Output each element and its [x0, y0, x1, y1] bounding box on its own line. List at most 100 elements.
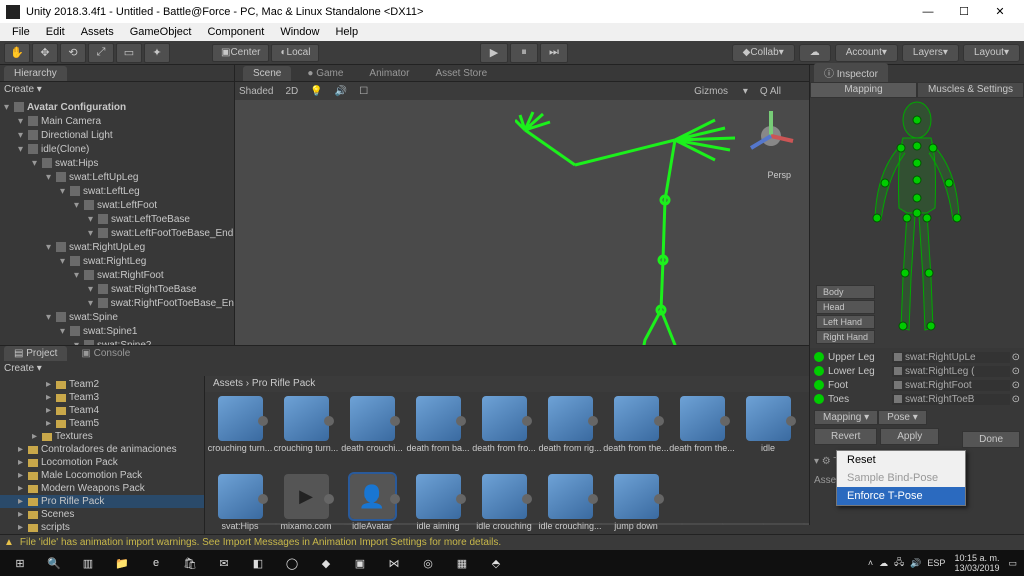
asset-item[interactable]: death from rig...	[537, 396, 603, 474]
tab-game[interactable]: ● Game	[297, 66, 353, 81]
breadcrumb[interactable]: Assets › Pro Rifle Pack	[205, 376, 809, 392]
move-tool-icon[interactable]: ✥	[32, 43, 58, 63]
tab-animator[interactable]: Animator	[359, 66, 419, 81]
persp-label[interactable]: Persp	[767, 170, 791, 180]
hierarchy-item[interactable]: ▾swat:LeftFoot	[0, 198, 234, 212]
project-folder[interactable]: ▸Controladores de animaciones	[0, 443, 204, 456]
project-folder[interactable]: ▸Modern Weapons Pack	[0, 482, 204, 495]
part-right-hand[interactable]: Right Hand	[816, 330, 875, 344]
play-button[interactable]: ▶	[480, 43, 508, 63]
asset-item[interactable]: crouching turn...	[207, 396, 273, 474]
tray-clock[interactable]: 10:15 a. m.13/03/2019	[954, 553, 999, 573]
search-icon[interactable]: 🔍	[38, 553, 70, 573]
hierarchy-item[interactable]: ▾Avatar Configuration	[0, 100, 234, 114]
tab-inspector[interactable]: ⓘ Inspector	[814, 63, 888, 82]
status-bar[interactable]: ▲ File 'idle' has animation import warni…	[0, 534, 1024, 550]
menu-gameobject[interactable]: GameObject	[122, 26, 200, 38]
pivot-center-toggle[interactable]: ▣ Center	[212, 44, 269, 62]
mapping-dropdown[interactable]: Mapping ▾	[814, 410, 878, 425]
taskbar-app3[interactable]: ▣	[344, 553, 376, 573]
rect-tool-icon[interactable]: ▭	[116, 43, 142, 63]
project-folder[interactable]: ▸scripts	[0, 521, 204, 534]
task-view-icon[interactable]: ▥	[72, 553, 104, 573]
taskbar-app1[interactable]: ◧	[242, 553, 274, 573]
project-folder[interactable]: ▸Textures	[0, 430, 204, 443]
popup-enforce-tpose[interactable]: Enforce T-Pose	[837, 487, 965, 505]
taskbar-store[interactable]: 🛍	[174, 553, 206, 573]
tray-chevron-icon[interactable]: ˄	[868, 558, 873, 568]
menu-component[interactable]: Component	[199, 26, 272, 38]
gizmos-dropdown[interactable]: Gizmos ▾	[694, 86, 748, 97]
project-folder[interactable]: ▸Team3	[0, 391, 204, 404]
pivot-local-toggle[interactable]: ◐ Local	[271, 44, 319, 62]
menu-window[interactable]: Window	[272, 26, 327, 38]
taskbar-vs[interactable]: ⋈	[378, 553, 410, 573]
popup-reset[interactable]: Reset	[837, 451, 965, 469]
maximize-button[interactable]: ☐	[946, 1, 982, 23]
start-button[interactable]: ⊞	[4, 553, 36, 573]
cloud-button[interactable]: ☁	[799, 44, 831, 62]
part-left-hand[interactable]: Left Hand	[816, 315, 875, 329]
hierarchy-item[interactable]: ▾swat:LeftUpLeg	[0, 170, 234, 184]
apply-button[interactable]: Apply	[880, 428, 939, 445]
asset-item[interactable]: crouching turn...	[273, 396, 339, 474]
asset-item[interactable]: death from ba...	[405, 396, 471, 474]
tab-project[interactable]: ▤ Project	[4, 346, 67, 361]
hierarchy-item[interactable]: ▾swat:Spine1	[0, 324, 234, 338]
asset-item[interactable]: death from the...	[603, 396, 669, 474]
taskbar-edge[interactable]: e	[140, 553, 172, 573]
done-button[interactable]: Done	[962, 431, 1020, 448]
project-folder[interactable]: ▸Pro Rifle Pack	[0, 495, 204, 508]
bone-row[interactable]: Toesswat:RightToeB⊙	[814, 392, 1020, 406]
hierarchy-item[interactable]: ▾swat:RightLeg	[0, 254, 234, 268]
bone-row[interactable]: Lower Legswat:RightLeg (⊙	[814, 364, 1020, 378]
menu-help[interactable]: Help	[327, 26, 366, 38]
part-head[interactable]: Head	[816, 300, 875, 314]
account-dropdown[interactable]: Account ▾	[835, 44, 898, 62]
minimize-button[interactable]: —	[910, 1, 946, 23]
hierarchy-item[interactable]: ▾swat:Spine	[0, 310, 234, 324]
subtab-muscles[interactable]: Muscles & Settings	[917, 82, 1024, 98]
tab-console[interactable]: ▣ Console	[71, 346, 140, 361]
tab-asset-store[interactable]: Asset Store	[425, 66, 497, 81]
tab-scene[interactable]: Scene	[243, 66, 291, 81]
collab-dropdown[interactable]: ◆ Collab ▾	[732, 44, 795, 62]
project-folder[interactable]: ▸Team2	[0, 378, 204, 391]
hierarchy-item[interactable]: ▾swat:LeftFootToeBase_End	[0, 226, 234, 240]
step-button[interactable]: ⏭	[540, 43, 568, 63]
project-create[interactable]: Create	[4, 363, 34, 374]
pose-dropdown[interactable]: Pose ▾	[878, 410, 927, 425]
taskbar-unity[interactable]: ⬘	[480, 553, 512, 573]
hierarchy-item[interactable]: ▾idle(Clone)	[0, 142, 234, 156]
bone-row[interactable]: Upper Legswat:RightUpLe⊙	[814, 350, 1020, 364]
revert-button[interactable]: Revert	[814, 428, 877, 445]
taskbar-app4[interactable]: ◎	[412, 553, 444, 573]
hierarchy-item[interactable]: ▾Main Camera	[0, 114, 234, 128]
tab-hierarchy[interactable]: Hierarchy	[4, 66, 67, 81]
audio-icon[interactable]: 🔊	[335, 86, 347, 97]
hierarchy-item[interactable]: ▾swat:Hips	[0, 156, 234, 170]
taskbar-mail[interactable]: ✉	[208, 553, 240, 573]
part-body[interactable]: Body	[816, 285, 875, 299]
2d-toggle[interactable]: 2D	[285, 86, 298, 97]
close-button[interactable]: ✕	[982, 1, 1018, 23]
hierarchy-item[interactable]: ▾swat:RightUpLeg	[0, 240, 234, 254]
hierarchy-item[interactable]: ▾swat:RightFootToeBase_En	[0, 296, 234, 310]
tray-notifications-icon[interactable]: ▭	[1008, 558, 1017, 569]
orientation-gizmo-icon[interactable]	[741, 106, 801, 166]
fx-icon[interactable]: ☐	[359, 86, 368, 97]
subtab-mapping[interactable]: Mapping	[810, 82, 917, 98]
pause-button[interactable]: ⏸	[510, 43, 538, 63]
rotate-tool-icon[interactable]: ⟲	[60, 43, 86, 63]
project-folder[interactable]: ▸Team5	[0, 417, 204, 430]
project-folder[interactable]: ▸Locomotion Pack	[0, 456, 204, 469]
tray-volume-icon[interactable]: 🔊	[910, 558, 921, 569]
hierarchy-item[interactable]: ▾swat:LeftLeg	[0, 184, 234, 198]
hand-tool-icon[interactable]: ✋	[4, 43, 30, 63]
project-folder[interactable]: ▸Male Locomotion Pack	[0, 469, 204, 482]
layout-dropdown[interactable]: Layout ▾	[963, 44, 1020, 62]
taskbar-explorer[interactable]: 📁	[106, 553, 138, 573]
scale-tool-icon[interactable]: ⤢	[88, 43, 114, 63]
asset-item[interactable]: death from the...	[669, 396, 735, 474]
taskbar-chrome[interactable]: ◯	[276, 553, 308, 573]
